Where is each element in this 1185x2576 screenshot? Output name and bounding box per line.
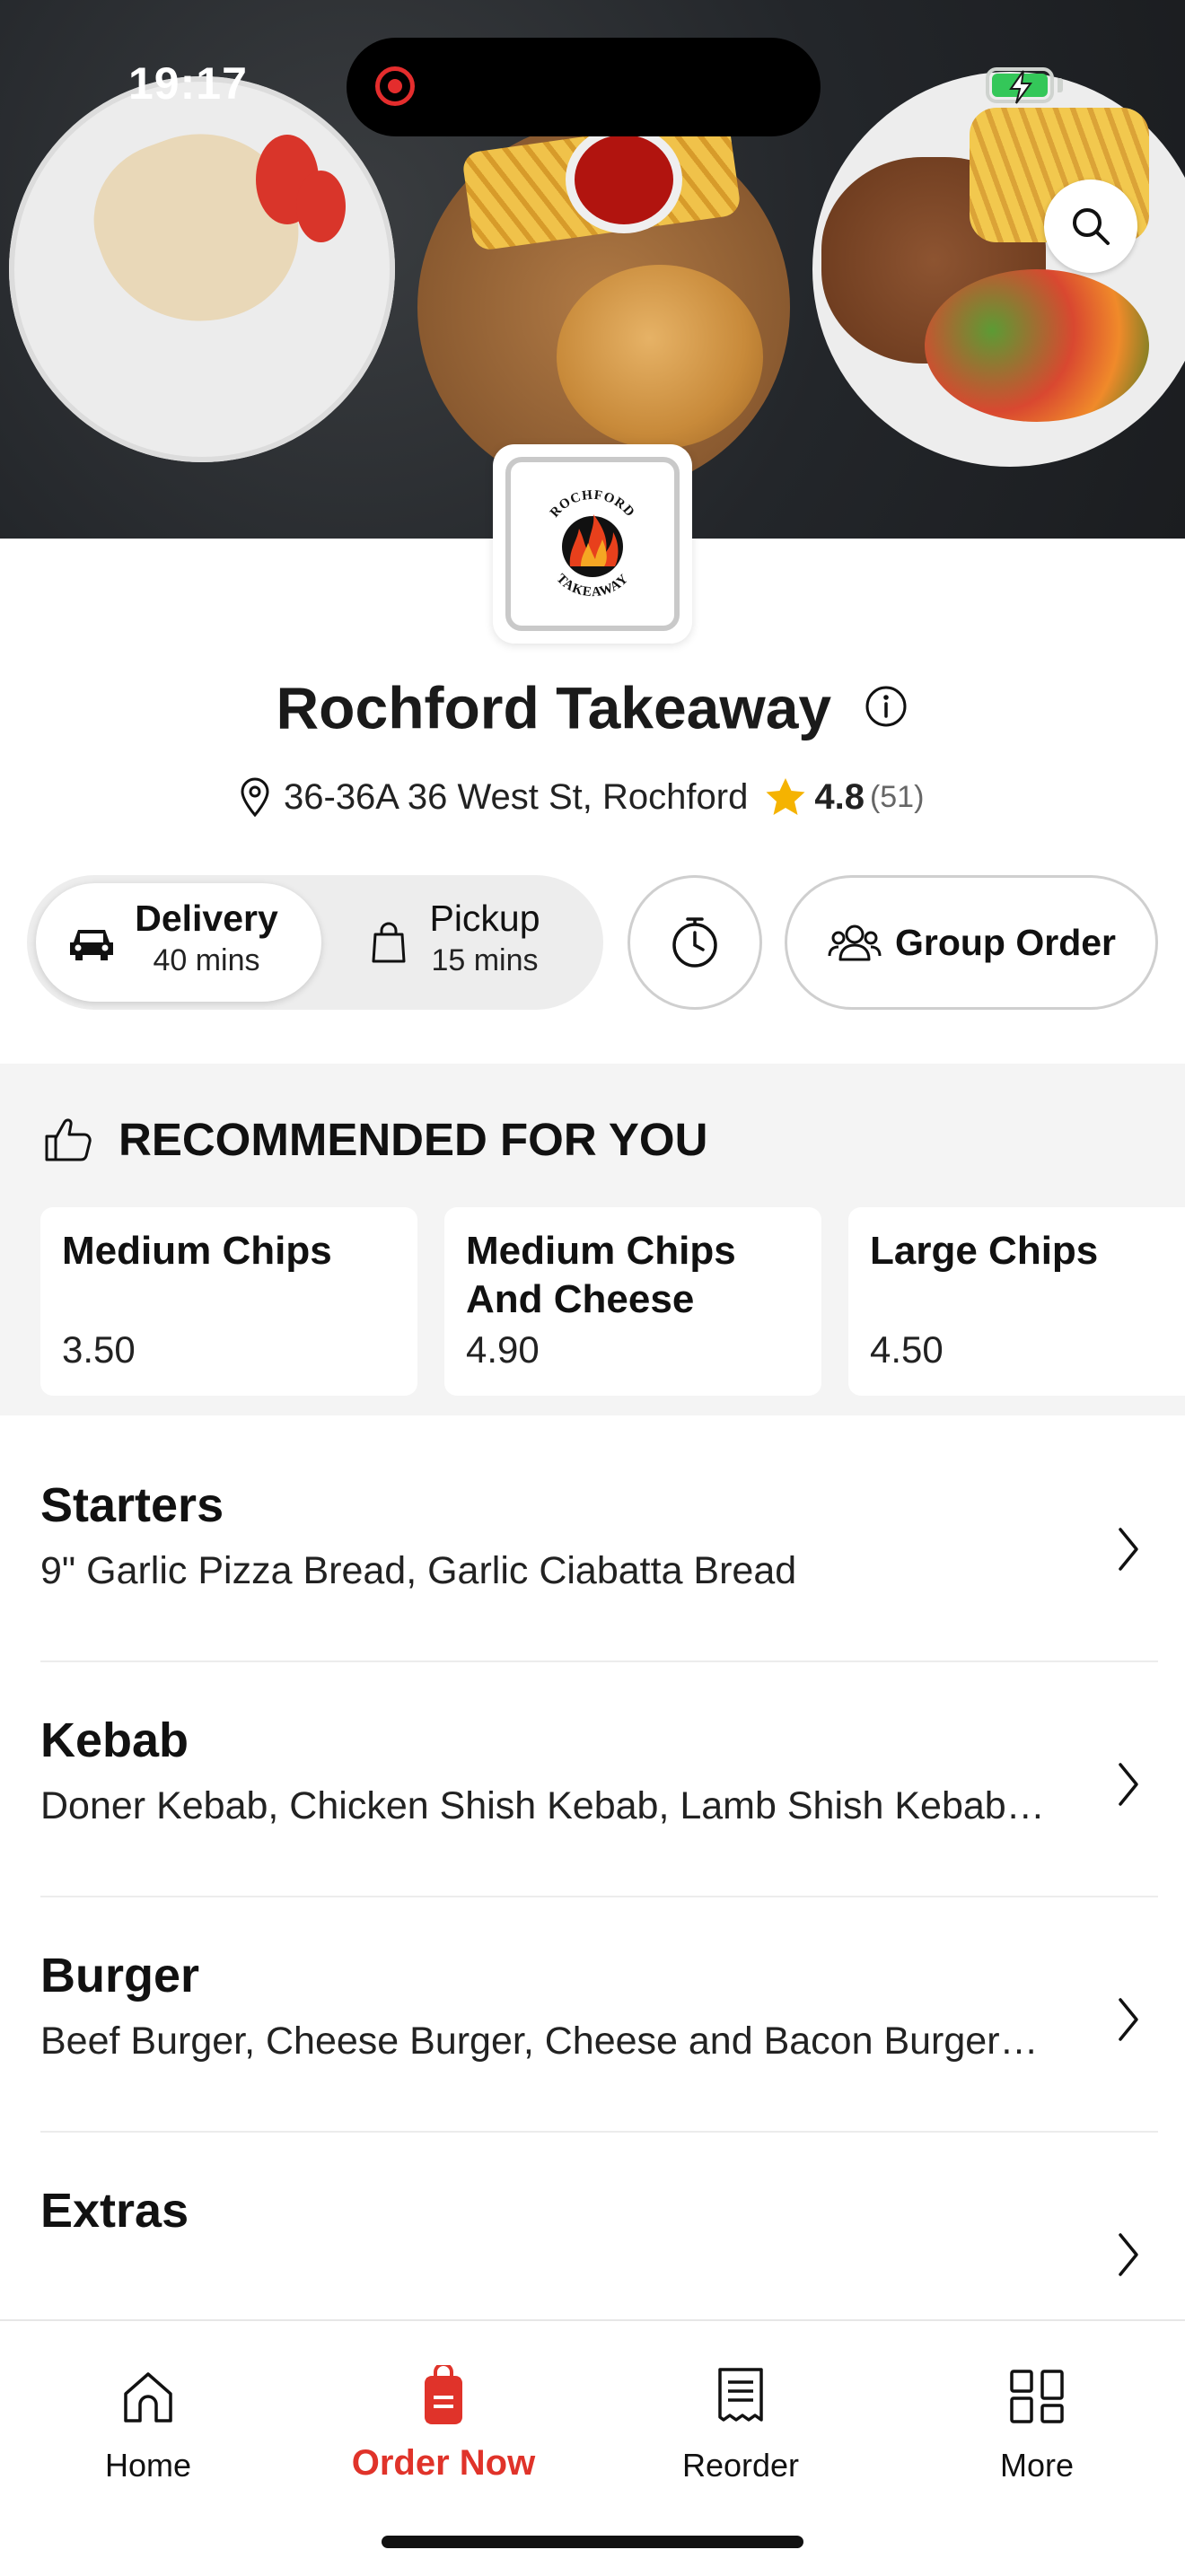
restaurant-title-row: Rochford Takeaway (0, 669, 1185, 742)
tab-reorder[interactable]: Reorder (633, 2361, 848, 2484)
delivery-time: 40 mins (153, 943, 260, 977)
order-bag-icon (425, 2365, 462, 2424)
thumbs-up-icon (45, 1117, 92, 1161)
category-name: Starters (40, 1478, 224, 1532)
chevron-right-icon (1119, 2233, 1138, 2276)
grid-icon (1010, 2370, 1064, 2423)
chevron-right-icon (1119, 1528, 1138, 1571)
recommended-item-price: 3.50 (62, 1328, 136, 1371)
timer-icon (672, 917, 717, 968)
recommended-item-name: Medium Chips And Cheese (466, 1229, 736, 1321)
status-time: 19:17 (128, 58, 248, 109)
group-order-button[interactable]: Group Order (785, 875, 1158, 1010)
pickup-label: Pickup (429, 898, 540, 939)
category-row-burger[interactable]: Burger Beef Burger, Cheese Burger, Chees… (40, 1896, 1158, 2133)
pickup-time: 15 mins (431, 943, 539, 977)
category-name: Extras (40, 2184, 189, 2238)
recommended-title: RECOMMENDED FOR YOU (118, 1114, 708, 1165)
pickup-label-group: Pickup 15 mins (413, 898, 557, 978)
logo-flame-icon: ROCHFORD TAKEAWAY (548, 488, 637, 600)
recommended-card[interactable]: Large Chips 4.50 (848, 1207, 1185, 1396)
chevron-right-icon (1119, 1763, 1138, 1806)
battery-tip (1058, 78, 1063, 92)
recommended-item-name: Large Chips (870, 1229, 1099, 1273)
rating-value: 4.8 (814, 776, 865, 817)
tab-home[interactable]: Home (40, 2361, 256, 2484)
restaurant-name: Rochford Takeaway (276, 674, 832, 741)
location-pin-icon (241, 777, 269, 818)
restaurant-logo: ROCHFORD TAKEAWAY (493, 444, 692, 644)
svg-text:ROCHFORD: ROCHFORD (548, 488, 637, 521)
category-name: Burger (40, 1949, 200, 2002)
recording-icon (375, 66, 415, 106)
dynamic-island (347, 38, 821, 136)
schedule-button[interactable] (628, 875, 762, 1010)
group-people-icon (828, 924, 882, 961)
group-order-label: Group Order (894, 921, 1117, 963)
info-icon[interactable] (864, 674, 908, 742)
address-row: 36-36A 36 West St, Rochford 4.8 (51) (235, 770, 924, 824)
recommended-item-price: 4.90 (466, 1328, 540, 1371)
burger-image (557, 265, 763, 449)
tab-label: Reorder (681, 2447, 800, 2484)
category-row-starters[interactable]: Starters 9" Garlic Pizza Bread, Garlic C… (40, 1425, 1158, 1662)
battery-icon (986, 67, 1054, 104)
home-indicator[interactable] (382, 2536, 803, 2548)
tomato-image (296, 171, 346, 242)
tab-order-now[interactable]: Order Now (336, 2361, 551, 2484)
category-row-extras[interactable]: Extras (40, 2131, 1158, 2319)
tab-more[interactable]: More (929, 2361, 1145, 2484)
tab-label: More (999, 2447, 1075, 2484)
home-icon (124, 2372, 172, 2423)
ketchup-image (575, 135, 673, 224)
recommended-header: RECOMMENDED FOR YOU (43, 1113, 707, 1166)
category-items: 9" Garlic Pizza Bread, Garlic Ciabatta B… (40, 1549, 797, 1592)
chevron-right-icon (1119, 1998, 1138, 2041)
category-items: Beef Burger, Cheese Burger, Cheese and B… (40, 2020, 1039, 2063)
recommended-item-price: 4.50 (870, 1328, 944, 1371)
shopping-bag-icon (372, 922, 406, 963)
car-icon (70, 930, 113, 960)
search-icon (1073, 208, 1110, 245)
receipt-icon (718, 2368, 763, 2422)
search-button[interactable] (1044, 180, 1137, 273)
recommended-card[interactable]: Medium Chips And Cheese 4.90 (444, 1207, 821, 1396)
recommended-item-name: Medium Chips (62, 1229, 332, 1273)
logo-text-top: ROCHFORD (548, 488, 636, 521)
delivery-label: Delivery (135, 898, 278, 939)
recommended-card[interactable]: Medium Chips 3.50 (40, 1207, 417, 1396)
category-name: Kebab (40, 1713, 189, 1767)
tab-label: Home (104, 2447, 192, 2484)
category-row-kebab[interactable]: Kebab Doner Kebab, Chicken Shish Kebab, … (40, 1660, 1158, 1897)
salad-image (925, 269, 1149, 422)
star-icon (766, 778, 805, 815)
rating-count: (51) (869, 779, 925, 814)
tab-label: Order Now (351, 2443, 536, 2483)
category-items: Doner Kebab, Chicken Shish Kebab, Lamb S… (40, 1784, 1045, 1827)
delivery-label-group: Delivery 40 mins (126, 898, 287, 978)
restaurant-address: 36-36A 36 West St, Rochford (284, 776, 749, 817)
